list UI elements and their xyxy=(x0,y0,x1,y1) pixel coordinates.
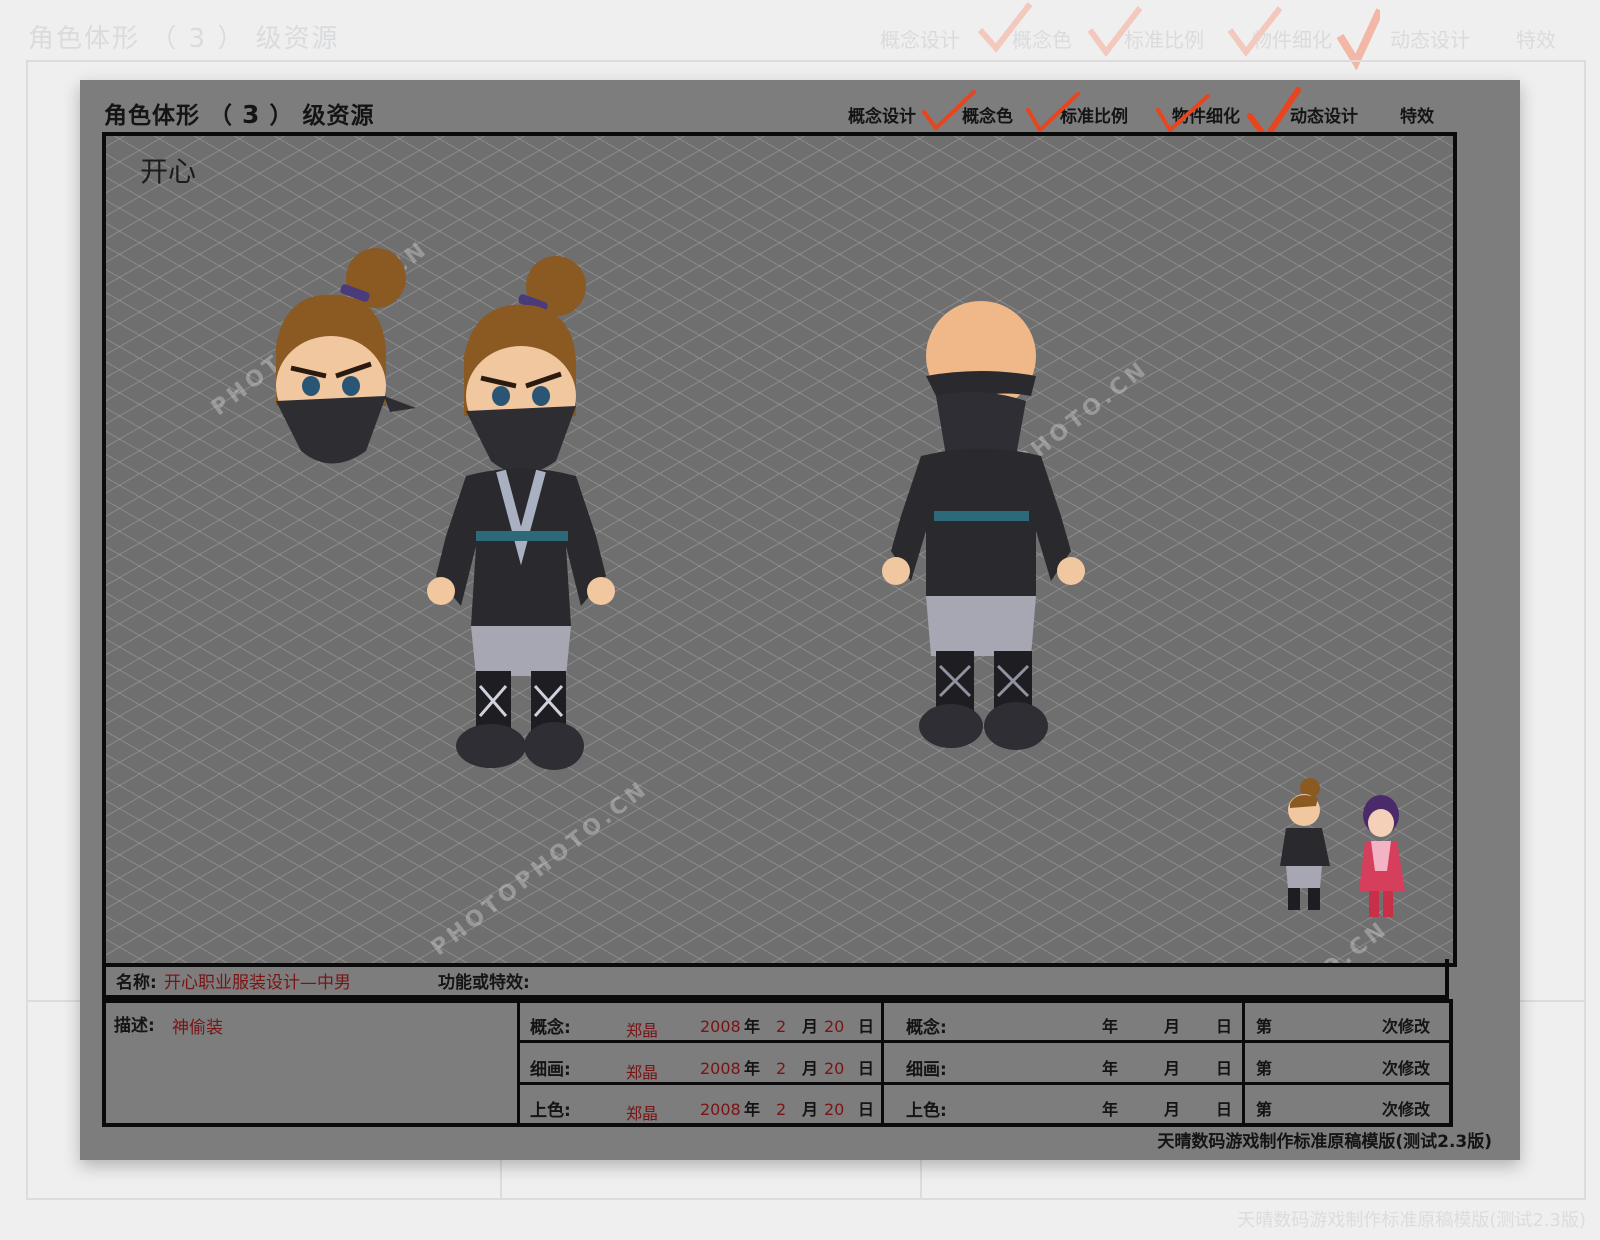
left-record-color-unit-year: 年 xyxy=(744,1100,761,1119)
left-record-color-month: 2 xyxy=(776,1100,787,1119)
template-footer: 天晴数码游戏制作标准原稿模版(测试2.3版) xyxy=(1157,1132,1492,1152)
revision-1-suffix: 次修改 xyxy=(1382,1017,1431,1036)
background-stage-6: 特效 xyxy=(1516,28,1556,52)
revision-3-prefix: 第 xyxy=(1256,1100,1273,1119)
title-level: 3 xyxy=(242,100,261,129)
stage-concept-design: 概念设计 xyxy=(848,107,916,127)
background-stage-1: 概念设计 xyxy=(880,28,960,52)
character-back-view xyxy=(882,301,1085,750)
character-canvas: 开心 PHOTOPHOTO.CN PHOTOPHOTO.CN PHOTOPHOT… xyxy=(102,132,1457,967)
right-record-concept-unit-day: 日 xyxy=(1216,1017,1233,1036)
left-record-detail-month: 2 xyxy=(776,1059,787,1078)
description-value: 神偷装 xyxy=(172,1018,223,1038)
scale-reference-male xyxy=(1280,778,1330,910)
character-name: 开心 xyxy=(140,155,197,188)
left-record-concept-year: 2008 xyxy=(700,1017,741,1036)
revision-2-suffix: 次修改 xyxy=(1382,1059,1431,1078)
right-record-detail-unit-month: 月 xyxy=(1164,1059,1181,1078)
revision-1-prefix: 第 xyxy=(1256,1017,1273,1036)
check-icon-concept-design xyxy=(922,90,976,131)
function-label: 功能或特效: xyxy=(438,973,530,993)
name-label: 名称: xyxy=(116,973,157,993)
left-record-concept-unit-month: 月 xyxy=(802,1017,819,1036)
scale-reference-female xyxy=(1359,795,1405,917)
title-prefix: 角色体形 （ xyxy=(104,103,234,129)
left-record-concept-day: 20 xyxy=(824,1017,845,1036)
revision-3-suffix: 次修改 xyxy=(1382,1100,1431,1119)
name-row: 名称: 开心职业服装设计—中男 功能或特效: xyxy=(102,959,1449,999)
right-record-color-unit-day: 日 xyxy=(1216,1100,1233,1119)
right-record-color-label: 上色: xyxy=(906,1101,947,1121)
sheet-title: 角色体形 （ 3 ） 级资源 xyxy=(104,96,374,130)
left-record-detail-label: 细画: xyxy=(530,1060,571,1080)
left-record-detail-unit-year: 年 xyxy=(744,1059,761,1078)
right-record-detail-label: 细画: xyxy=(906,1060,947,1080)
left-record-color-author: 郑晶 xyxy=(626,1104,659,1123)
background-stage-5: 动态设计 xyxy=(1390,28,1470,52)
background-footer: 天晴数码游戏制作标准原稿模版(测试2.3版) xyxy=(1237,1210,1586,1231)
description-label: 描述: xyxy=(114,1016,155,1036)
revision-2-prefix: 第 xyxy=(1256,1059,1273,1078)
right-record-detail-unit-year: 年 xyxy=(1102,1059,1119,1078)
right-record-color-unit-month: 月 xyxy=(1164,1100,1181,1119)
left-record-detail-day: 20 xyxy=(824,1059,845,1078)
left-record-concept-label: 概念: xyxy=(530,1018,571,1038)
left-record-concept-month: 2 xyxy=(776,1017,787,1036)
left-record-concept-unit-year: 年 xyxy=(744,1017,761,1036)
name-value: 开心职业服装设计—中男 xyxy=(164,973,351,993)
right-record-concept-unit-month: 月 xyxy=(1164,1017,1181,1036)
left-record-detail-year: 2008 xyxy=(700,1059,741,1078)
left-record-detail-unit-month: 月 xyxy=(802,1059,819,1078)
left-record-concept-author: 郑晶 xyxy=(626,1021,659,1040)
title-suffix: ） 级资源 xyxy=(269,103,375,129)
design-sheet: 角色体形 （ 3 ） 级资源 概念设计 概念色 标准比例 物件细化 动态设计 特… xyxy=(80,80,1520,1160)
left-record-color-unit-month: 月 xyxy=(802,1100,819,1119)
left-record-color-day: 20 xyxy=(824,1100,845,1119)
left-record-concept-unit-day: 日 xyxy=(858,1017,875,1036)
record-grid: 描述: 神偷装 概念: 细画: 上色: 郑晶 郑晶 郑晶 2008 2008 2… xyxy=(102,999,1453,1127)
right-record-concept-label: 概念: xyxy=(906,1018,947,1038)
left-record-detail-author: 郑晶 xyxy=(626,1063,659,1082)
left-record-detail-unit-day: 日 xyxy=(858,1059,875,1078)
right-record-color-unit-year: 年 xyxy=(1102,1100,1119,1119)
check-icon-concept-color xyxy=(1026,92,1080,132)
background-title: 角色体形 （ 3 ） 级资源 xyxy=(28,24,340,54)
character-front-view xyxy=(427,256,615,770)
check-icon-standard-ratio xyxy=(1156,94,1210,132)
left-record-color-year: 2008 xyxy=(700,1100,741,1119)
watermark-2: PHOTOPHOTO.CN xyxy=(426,776,654,961)
right-record-concept-unit-year: 年 xyxy=(1102,1017,1119,1036)
left-record-color-unit-day: 日 xyxy=(858,1100,875,1119)
stage-effects: 特效 xyxy=(1400,107,1434,127)
right-record-detail-unit-day: 日 xyxy=(1216,1059,1233,1078)
left-record-color-label: 上色: xyxy=(530,1101,571,1121)
